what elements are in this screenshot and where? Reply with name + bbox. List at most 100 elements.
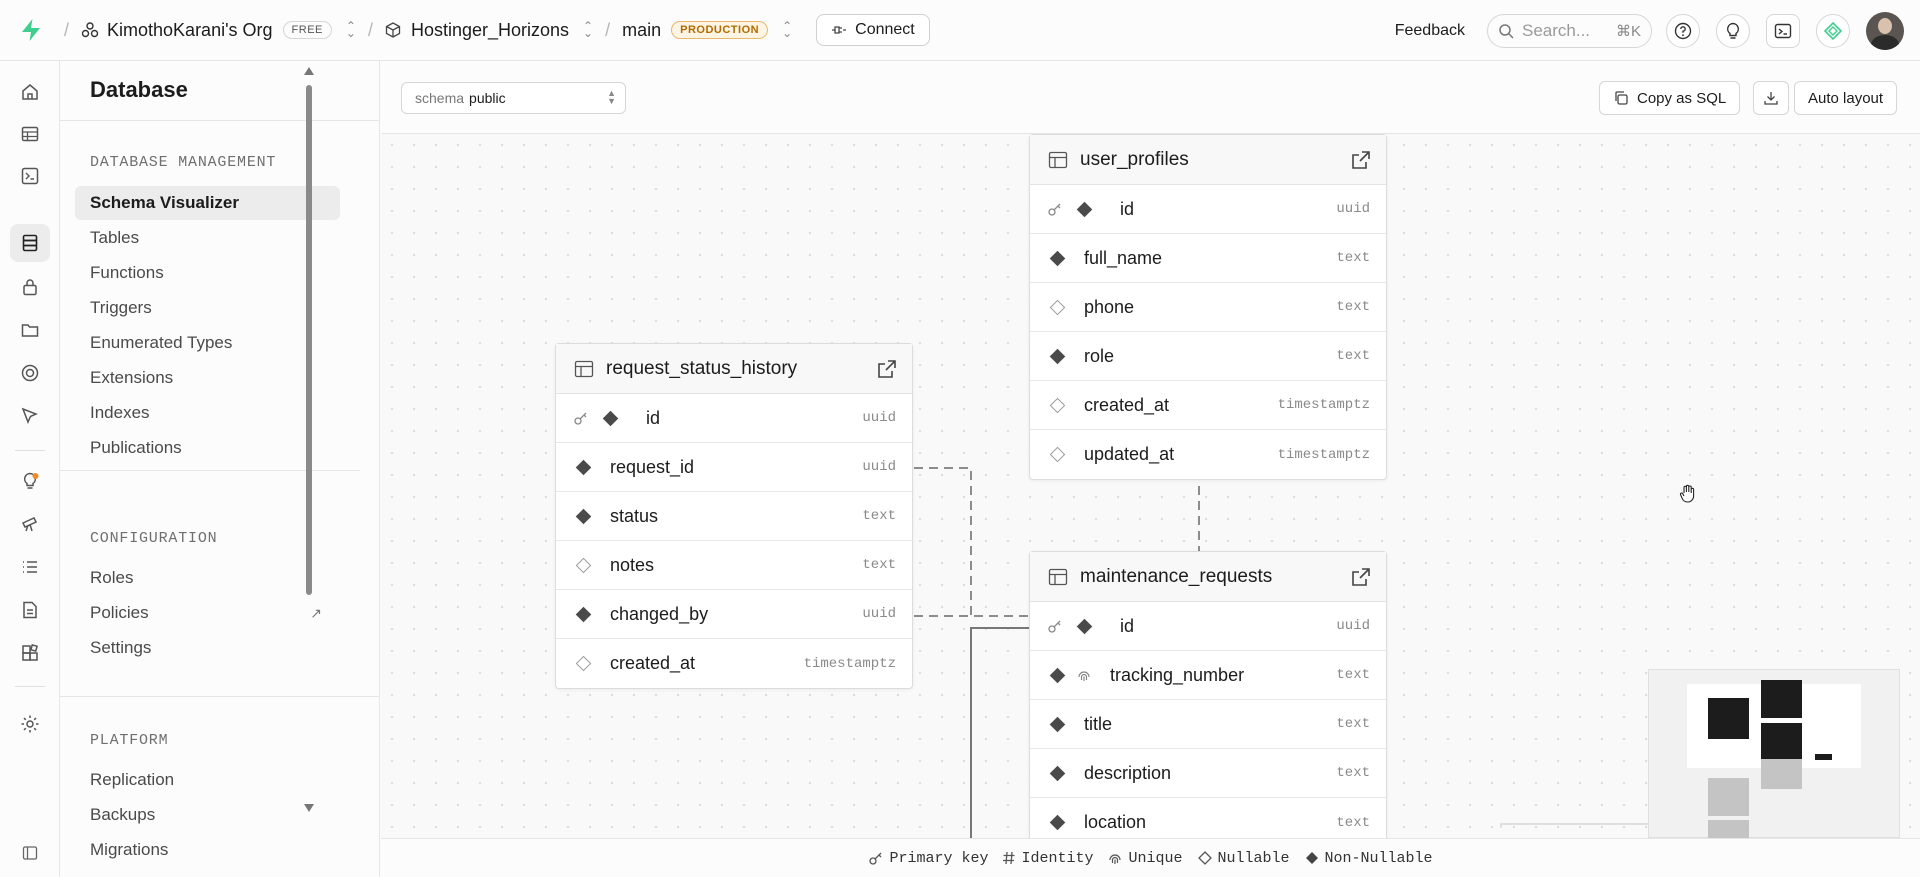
download-button[interactable] [1753,81,1789,115]
column-row[interactable]: created_at timestamptz [556,639,912,688]
column-name: changed_by [610,603,709,624]
open-table-icon[interactable] [1350,149,1372,171]
org-icon [81,22,99,38]
column-row[interactable]: updated_at timestamptz [1030,430,1386,479]
schema-selector[interactable]: schema public ▲ ▼ [401,82,626,114]
rail-divider [15,450,45,451]
copy-as-sql-label: Copy as SQL [1637,89,1727,107]
sidebar-item-schema-visualizer[interactable]: Schema Visualizer [75,186,340,220]
column-type: uuid [1336,618,1370,634]
column-row[interactable]: description text [1030,749,1386,798]
user-avatar[interactable] [1866,11,1904,50]
edge-functions-icon[interactable] [18,361,42,385]
column-row[interactable]: tracking_number text [1030,651,1386,700]
sql-terminal-button[interactable] [1766,13,1800,48]
column-row[interactable]: id uuid [1030,185,1386,234]
sidebar-item-backups[interactable]: Backups [75,798,340,832]
project-selector[interactable]: Hostinger_Horizons ⌃ ⌄ [385,20,593,41]
legend-unique: Unique [1107,850,1183,867]
column-row[interactable]: full_name text [1030,234,1386,283]
column-row[interactable]: location text [1030,798,1386,838]
table-header[interactable]: request_status_history [556,344,912,394]
nullable-icon [1049,299,1066,315]
column-row[interactable]: title text [1030,700,1386,749]
advisor-button[interactable] [1716,13,1750,48]
breadcrumb-separator: / [64,19,70,40]
database-icon[interactable] [18,231,42,255]
table-card-maintenance-requests[interactable]: maintenance_requests id uuid tracking_nu… [1029,551,1387,838]
integrations-icon[interactable] [18,641,42,665]
sidebar-scrollbar-thumb[interactable] [306,85,312,595]
sidebar-divider [60,470,360,471]
column-name: created_at [610,653,696,673]
sidebar-item-replication[interactable]: Replication [75,763,340,797]
table-header[interactable]: maintenance_requests [1030,552,1386,602]
search-input[interactable]: Search... ⌘K [1487,13,1652,48]
column-row[interactable]: request_id uuid [556,443,912,492]
storage-icon[interactable] [18,318,42,342]
non-nullable-icon [602,410,619,426]
help-button[interactable] [1666,13,1700,48]
sidebar-item-triggers[interactable]: Triggers [75,291,340,325]
branch-chevron-icon[interactable]: ⌃ ⌄ [782,20,792,40]
table-editor-icon[interactable] [18,122,42,146]
column-name: created_at [1084,394,1170,415]
table-card-user-profiles[interactable]: user_profiles id uuid full_name text pho… [1029,134,1387,480]
column-row[interactable]: id uuid [556,394,912,443]
column-row[interactable]: created_at timestamptz [1030,381,1386,430]
column-row[interactable]: notes text [556,541,912,590]
advisors-icon[interactable] [18,469,42,493]
sidebar-item-tables[interactable]: Tables [75,221,340,255]
connect-button[interactable]: Connect [816,14,930,46]
auto-layout-button[interactable]: Auto layout [1794,81,1898,115]
copy-as-sql-button[interactable]: Copy as SQL [1599,81,1741,115]
logs-icon[interactable] [18,555,42,579]
api-docs-icon[interactable] [18,598,42,622]
project-chevron-icon[interactable]: ⌃ ⌄ [583,20,593,40]
sidebar-item-enumerated-types[interactable]: Enumerated Types [75,326,340,360]
legend-non-nullable-label: Non-Nullable [1324,849,1433,867]
column-name: id [1120,615,1135,636]
settings-gear-icon[interactable] [18,712,42,736]
hash-icon [1003,851,1015,865]
sql-editor-icon[interactable] [18,164,42,188]
column-row[interactable]: role text [1030,332,1386,381]
sidebar-item-functions[interactable]: Functions [75,256,340,290]
org-chevron-icon[interactable]: ⌃ ⌄ [346,20,356,40]
lightbulb-icon [1726,22,1740,39]
sidebar-item-publications[interactable]: Publications [75,431,340,465]
column-row[interactable]: changed_by uuid [556,590,912,639]
column-type: text [1336,250,1370,266]
column-row[interactable]: status text [556,492,912,541]
sidebar-item-policies[interactable]: Policies ↗ [75,596,340,630]
authentication-icon[interactable] [18,275,42,299]
open-table-icon[interactable] [876,358,898,380]
legend-primary-key-label: Primary key [889,849,989,867]
supabase-logo[interactable] [20,18,44,42]
observability-icon[interactable] [18,512,42,536]
home-icon[interactable] [18,80,42,104]
sidebar-item-extensions[interactable]: Extensions [75,361,340,395]
collapse-sidebar-icon[interactable] [18,841,42,865]
assistant-button[interactable] [1816,13,1850,48]
realtime-icon[interactable] [18,404,42,428]
column-type: text [862,508,896,524]
nullable-icon [575,655,592,672]
schema-minimap[interactable] [1648,669,1900,839]
database-sidebar: Database DATABASE MANAGEMENT Schema Visu… [60,61,380,877]
column-row[interactable]: id uuid [1030,602,1386,651]
sidebar-item-indexes[interactable]: Indexes [75,396,340,430]
sidebar-item-migrations[interactable]: Migrations [75,833,340,867]
org-selector[interactable]: KimothoKarani's Org FREE ⌃ ⌄ [81,20,356,41]
table-card-request-status-history[interactable]: request_status_history id uuid request_i… [555,343,913,689]
scroll-up-arrow-icon[interactable] [304,67,314,75]
table-header[interactable]: user_profiles [1030,135,1386,185]
sidebar-item-roles[interactable]: Roles [75,561,340,595]
feedback-button[interactable]: Feedback [1395,22,1465,40]
branch-selector[interactable]: main PRODUCTION ⌃ ⌄ [622,20,792,41]
open-table-icon[interactable] [1350,566,1372,588]
column-row[interactable]: phone text [1030,283,1386,332]
column-name: role [1084,345,1115,366]
sidebar-item-settings[interactable]: Settings [75,631,340,665]
scroll-down-arrow-icon[interactable] [304,804,314,812]
